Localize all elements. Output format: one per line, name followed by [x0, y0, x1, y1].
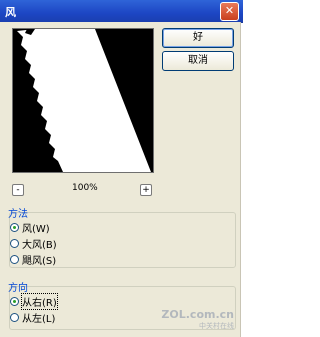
method-option-label: 飓风(S) — [22, 256, 57, 267]
method-option-big-wind[interactable]: 大风(B) — [10, 236, 57, 251]
direction-option-label: 从左(L) — [22, 314, 56, 325]
watermark: ZOL.com.cn 中关村在线 — [161, 308, 234, 331]
window-title: 风 — [5, 6, 16, 19]
method-option-label: 风(W) — [22, 224, 50, 235]
watermark-line2: 中关村在线 — [199, 322, 234, 330]
direction-option-label: 从右(R) — [21, 293, 58, 310]
ok-button[interactable]: 好 — [162, 28, 234, 48]
method-group-title: 方法 — [8, 209, 28, 220]
close-icon: ✕ — [224, 4, 235, 17]
direction-option-from-left[interactable]: 从左(L) — [10, 310, 55, 325]
method-option-hurricane[interactable]: 飓风(S) — [10, 252, 56, 267]
close-button[interactable]: ✕ — [220, 2, 239, 21]
direction-option-from-right[interactable]: 从右(R) — [10, 293, 58, 310]
zoom-out-button[interactable]: - — [12, 184, 24, 196]
method-option-label: 大风(B) — [22, 240, 57, 251]
method-option-wind[interactable]: 风(W) — [10, 220, 50, 235]
preview-canvas[interactable] — [12, 28, 154, 173]
watermark-line1: ZOL.com.cn — [161, 308, 234, 321]
radio-unchecked-icon — [10, 255, 19, 264]
cancel-button[interactable]: 取消 — [162, 51, 234, 71]
radio-unchecked-icon — [10, 239, 19, 248]
direction-group-title: 方向 — [8, 283, 28, 294]
zoom-level: 100% — [72, 183, 98, 193]
minus-icon: - — [16, 185, 20, 195]
radio-checked-icon — [10, 223, 19, 232]
title-bar[interactable]: 风 ✕ — [0, 0, 243, 23]
zoom-in-button[interactable]: + — [140, 184, 152, 196]
radio-checked-icon — [10, 297, 19, 306]
preview-image — [13, 29, 153, 172]
radio-unchecked-icon — [10, 313, 19, 322]
plus-icon: + — [142, 185, 150, 195]
wind-filter-dialog: 好 取消 - 100% + 方法 风(W) 大风(B) 飓风(S) 方向 从右(… — [0, 22, 241, 337]
